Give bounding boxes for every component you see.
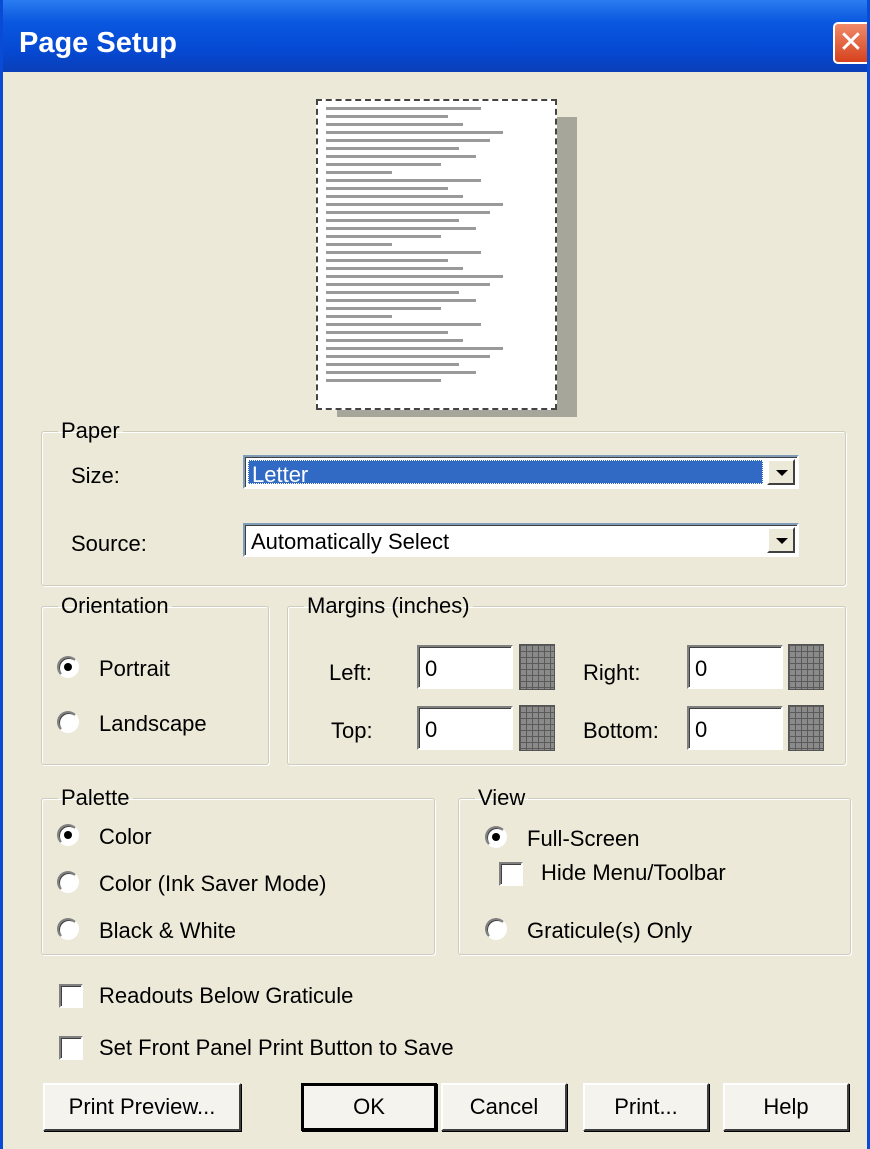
preview-text-line	[326, 171, 393, 174]
preview-text-line	[326, 339, 464, 342]
spinner-grid-icon[interactable]	[788, 705, 824, 751]
hide-menu-label[interactable]: Hide Menu/Toolbar	[541, 860, 726, 886]
hide-menu-checkbox[interactable]	[499, 862, 523, 886]
preview-text-line	[326, 195, 464, 198]
margin-right-value: 0	[695, 656, 708, 681]
paper-source-label: Source:	[71, 531, 147, 556]
preview-text-line	[326, 283, 490, 286]
ink-saver-radio[interactable]	[57, 871, 79, 893]
paper-size-select[interactable]: Letter	[243, 455, 799, 489]
preview-text-line	[326, 363, 459, 366]
preview-text-line	[326, 219, 459, 222]
preview-text-line	[326, 187, 448, 190]
print-button[interactable]: Print...	[583, 1083, 709, 1131]
paper-size-selection: Letter	[248, 460, 763, 487]
margin-bottom-input[interactable]: 0	[687, 706, 783, 750]
preview-text-line	[326, 227, 477, 230]
window-title: Page Setup	[19, 27, 177, 59]
preview-text-line	[326, 243, 393, 246]
margin-left-label: Left:	[329, 660, 372, 685]
print-preview-button[interactable]: Print Preview...	[43, 1083, 241, 1131]
black-white-radio[interactable]	[57, 918, 79, 940]
palette-legend: Palette	[61, 785, 130, 810]
readouts-label[interactable]: Readouts Below Graticule	[99, 983, 353, 1009]
landscape-label[interactable]: Landscape	[99, 711, 207, 737]
margin-right-label: Right:	[583, 660, 641, 685]
ink-saver-label[interactable]: Color (Ink Saver Mode)	[99, 871, 326, 897]
spinner-grid-icon[interactable]	[519, 705, 555, 751]
margin-bottom-label: Bottom:	[583, 718, 659, 743]
paper-size-label: Size:	[71, 463, 120, 488]
preview-text-line	[326, 155, 477, 158]
margin-left-value: 0	[425, 656, 438, 681]
preview-text-line	[326, 379, 441, 382]
cancel-button[interactable]: Cancel	[441, 1083, 567, 1131]
preview-text-line	[326, 251, 481, 254]
set-front-panel-label[interactable]: Set Front Panel Print Button to Save	[99, 1035, 454, 1061]
margin-bottom-value: 0	[695, 717, 708, 742]
paper-size-value: Letter	[252, 462, 309, 487]
preview-text-line	[326, 147, 459, 150]
full-screen-radio[interactable]	[485, 826, 507, 848]
preview-text-line	[326, 115, 448, 118]
color-radio[interactable]	[57, 824, 79, 846]
preview-text-line	[326, 179, 481, 182]
preview-text-line	[326, 371, 477, 374]
readouts-checkbox[interactable]	[59, 984, 83, 1008]
preview-text-line	[326, 259, 448, 262]
paper-legend: Paper	[61, 418, 120, 443]
preview-text-line	[326, 299, 477, 302]
preview-text-line	[326, 307, 441, 310]
help-button[interactable]: Help	[723, 1083, 849, 1131]
preview-text-line	[326, 323, 481, 326]
margin-top-input[interactable]: 0	[417, 706, 513, 750]
view-legend: View	[478, 785, 526, 810]
black-white-label[interactable]: Black & White	[99, 918, 236, 944]
chevron-down-icon[interactable]	[767, 459, 795, 485]
preview-text-line	[326, 163, 441, 166]
preview-text-line	[326, 123, 464, 126]
margin-top-value: 0	[425, 717, 438, 742]
preview-text-line	[326, 203, 503, 206]
preview-text-line	[326, 211, 490, 214]
preview-text-line	[326, 139, 490, 142]
page-setup-dialog: Page Setup ✕ Paper Size: Letter Source: …	[0, 0, 870, 1149]
spinner-grid-icon[interactable]	[788, 644, 824, 690]
chevron-down-icon[interactable]	[767, 527, 795, 553]
title-bar[interactable]: Page Setup ✕	[3, 0, 867, 72]
color-label[interactable]: Color	[99, 824, 152, 850]
preview-text-line	[326, 275, 503, 278]
graticule-only-label[interactable]: Graticule(s) Only	[527, 918, 692, 944]
portrait-radio[interactable]	[57, 656, 79, 678]
paper-group: Paper	[41, 418, 846, 586]
paper-source-select[interactable]: Automatically Select	[243, 523, 799, 557]
preview-text-line	[326, 331, 448, 334]
graticule-only-radio[interactable]	[485, 918, 507, 940]
preview-text-line	[326, 315, 393, 318]
paper-source-value: Automatically Select	[251, 529, 450, 554]
margin-top-label: Top:	[331, 718, 373, 743]
orientation-legend: Orientation	[61, 593, 169, 618]
page-preview	[316, 99, 557, 410]
preview-text-line	[326, 131, 503, 134]
preview-text-line	[326, 107, 481, 110]
preview-text-line	[326, 267, 464, 270]
preview-text-line	[326, 235, 441, 238]
portrait-label[interactable]: Portrait	[99, 656, 170, 682]
preview-text-line	[326, 347, 503, 350]
set-front-panel-checkbox[interactable]	[59, 1036, 83, 1060]
spinner-grid-icon[interactable]	[519, 644, 555, 690]
margin-right-input[interactable]: 0	[687, 645, 783, 689]
preview-text-line	[326, 355, 490, 358]
preview-text-line	[326, 291, 459, 294]
ok-button[interactable]: OK	[301, 1083, 437, 1131]
close-icon[interactable]: ✕	[833, 22, 867, 64]
landscape-radio[interactable]	[57, 711, 79, 733]
margins-legend: Margins (inches)	[307, 593, 470, 618]
full-screen-label[interactable]: Full-Screen	[527, 826, 639, 852]
margin-left-input[interactable]: 0	[417, 645, 513, 689]
